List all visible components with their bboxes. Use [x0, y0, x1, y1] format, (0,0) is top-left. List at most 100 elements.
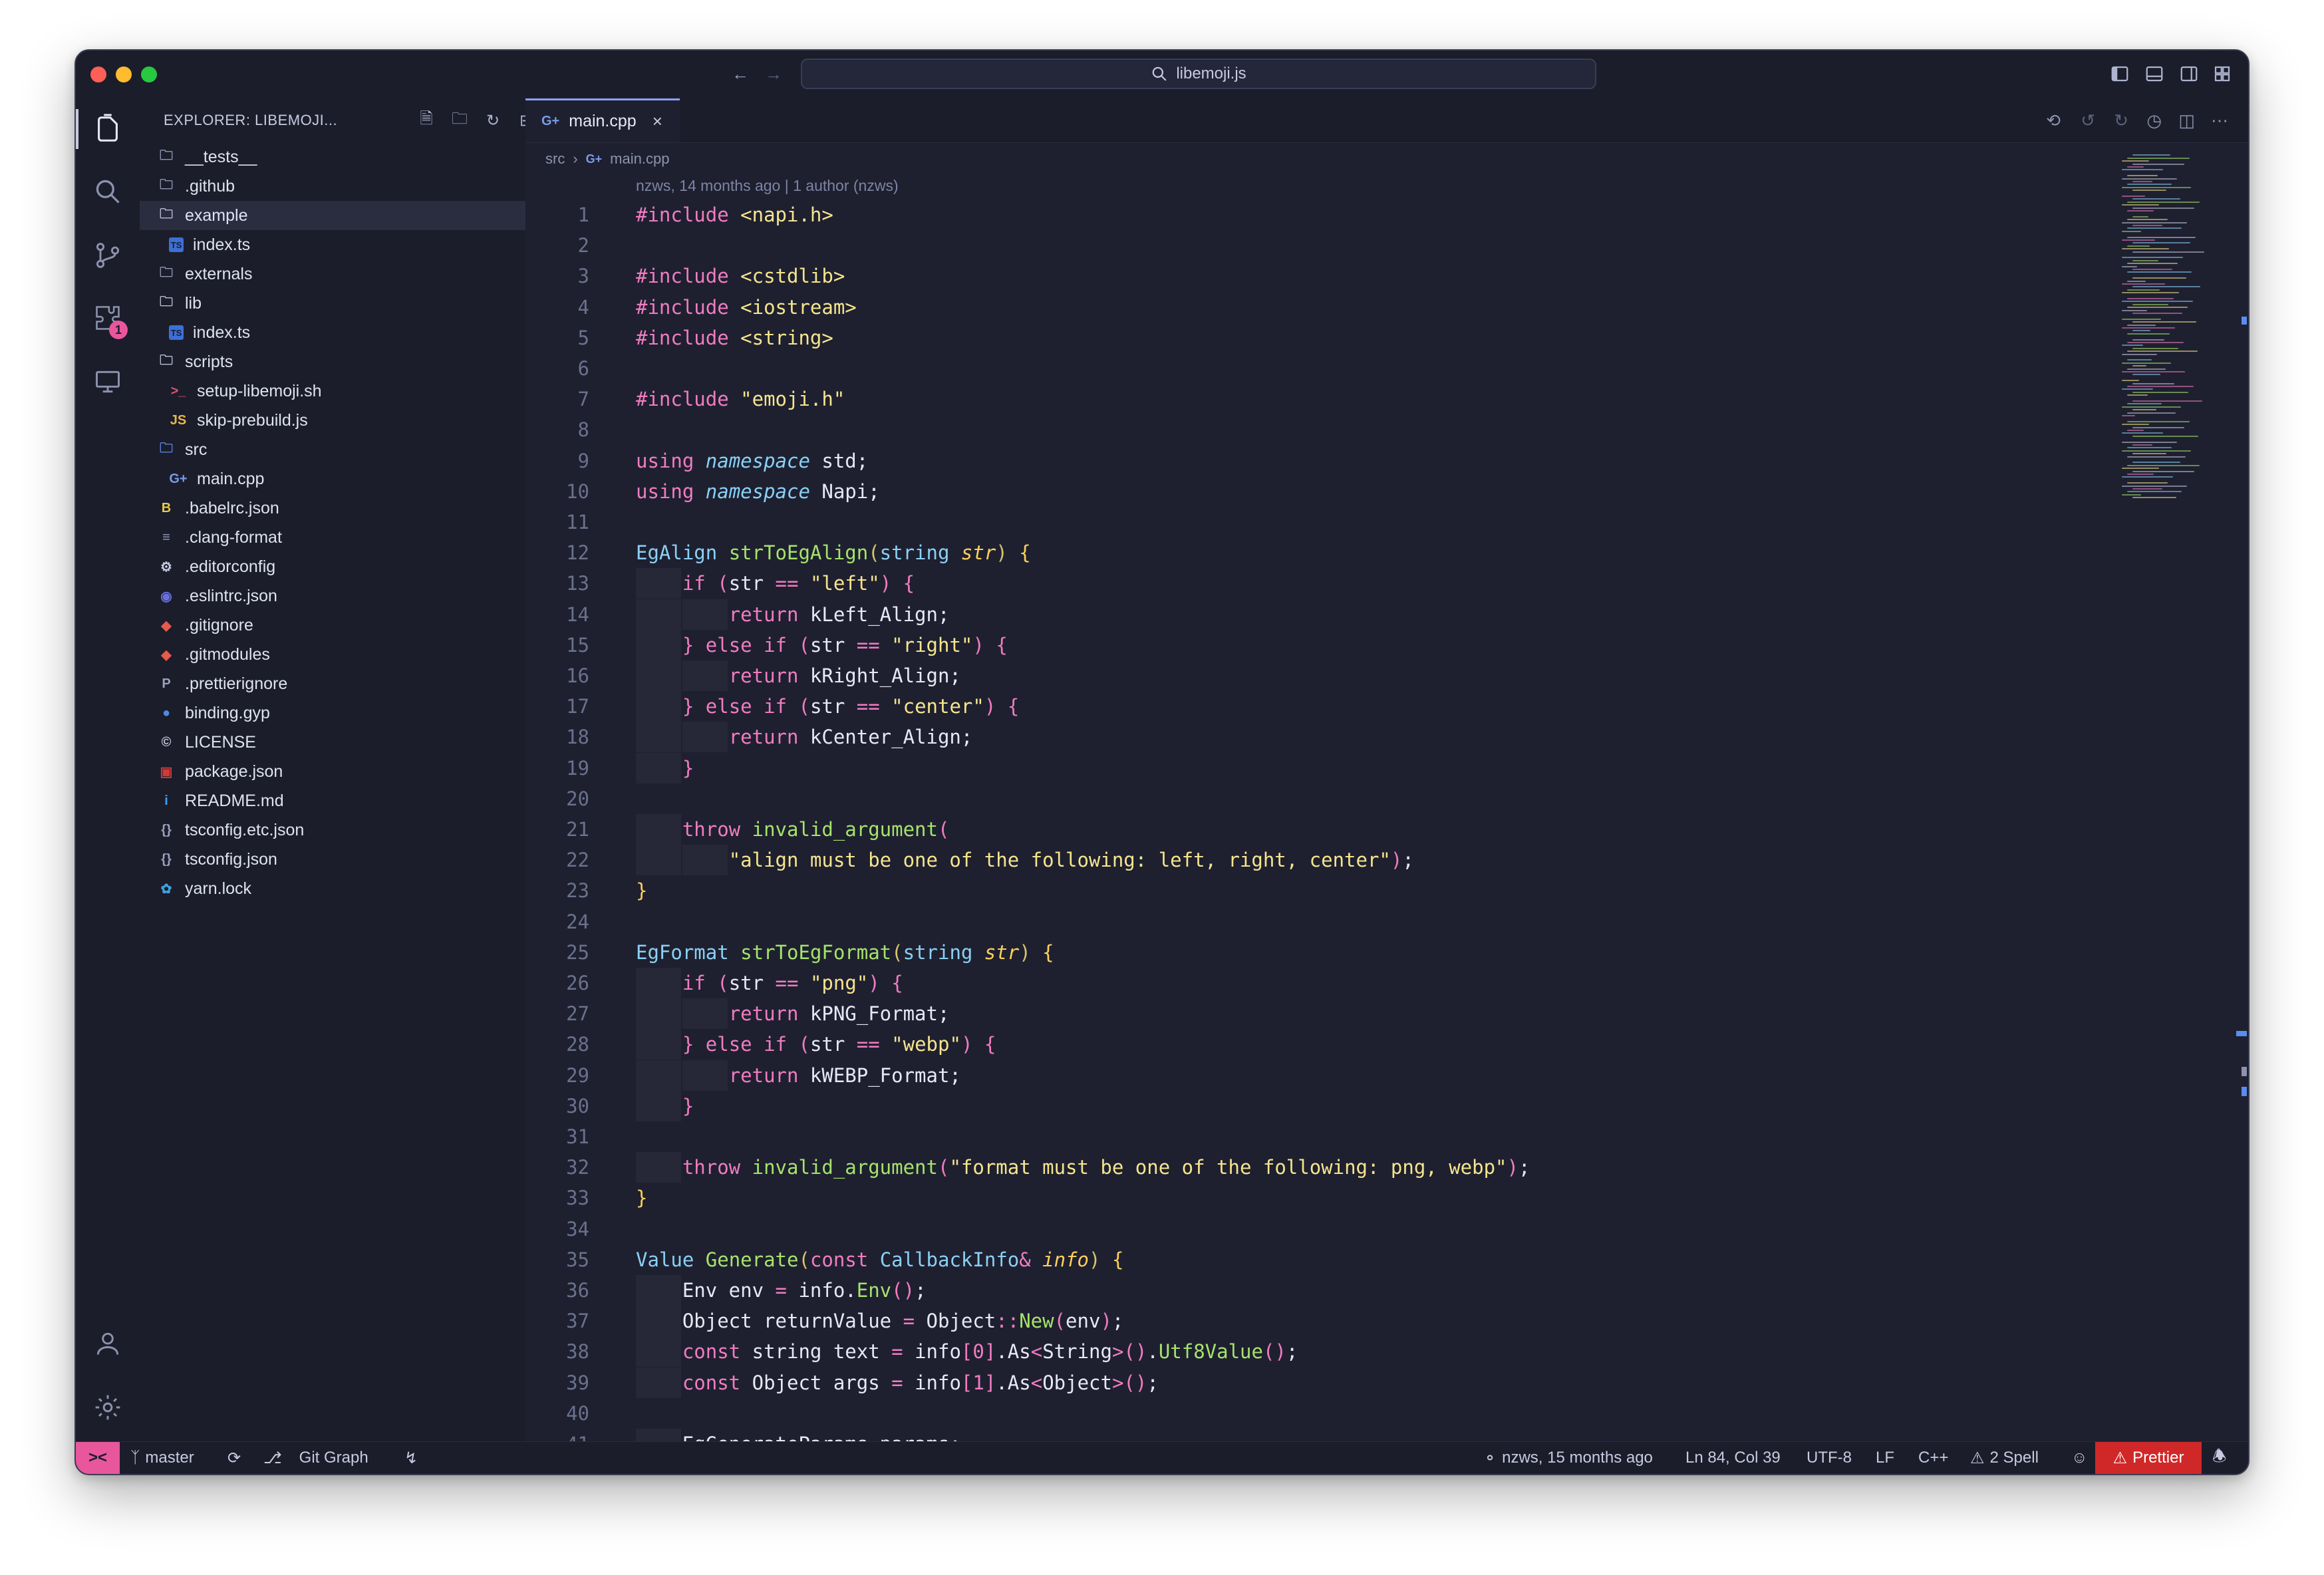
tree-item-label: .clang-format — [185, 527, 282, 547]
tree-item[interactable]: ▣ package.json — [140, 757, 525, 786]
extensions-icon[interactable]: 1 — [92, 302, 128, 339]
breadcrumb-file[interactable]: main.cpp — [610, 150, 669, 168]
tree-item[interactable]: ● binding.gyp — [140, 698, 525, 728]
minimap-line — [2122, 380, 2139, 382]
minimap-line — [2127, 307, 2188, 309]
tree-item-label: tsconfig.etc.json — [185, 820, 305, 839]
tree-item[interactable]: i README.md — [140, 786, 525, 815]
scrollbar-marker — [2236, 1031, 2247, 1036]
previous-change-icon[interactable]: ↺ — [2081, 110, 2095, 131]
shell-script-icon: >_ — [170, 383, 186, 398]
tree-item[interactable]: JS skip-prebuild.js — [140, 406, 525, 435]
spell-indicator[interactable]: ⚠ 2 Spell — [1970, 1442, 2039, 1474]
manage-gear-icon[interactable] — [92, 1391, 124, 1423]
blame-toggle-icon[interactable]: ◷ — [2146, 110, 2162, 131]
code-line: 2 — [525, 230, 2248, 261]
accounts-icon[interactable] — [92, 1328, 124, 1360]
remote-indicator[interactable]: >< — [76, 1442, 120, 1474]
line-number: 16 — [566, 664, 589, 687]
new-file-icon[interactable]: 🗎 — [416, 110, 436, 130]
codelens-blame[interactable]: nzws, 14 months ago | 1 author (nzws) — [636, 177, 899, 195]
close-tab-icon[interactable]: × — [653, 111, 662, 132]
tree-item[interactable]: 🗀 .github — [140, 172, 525, 201]
tree-item[interactable]: 🗀 externals — [140, 259, 525, 289]
explorer-icon[interactable] — [92, 113, 124, 145]
maximize-window-button[interactable] — [141, 67, 157, 82]
breadcrumb-folder[interactable]: src — [545, 150, 565, 168]
code-line: 17 } else if (str == "center") { — [525, 691, 2248, 722]
prettier-indicator[interactable]: ⚠ Prettier — [2095, 1442, 2202, 1474]
code-editor[interactable]: 1 #include <napi.h> 2 3 #include <cstdlib> 4 #… — [525, 200, 2248, 1459]
tree-item[interactable]: {} tsconfig.json — [140, 845, 525, 874]
notifications-button[interactable]: 🕭 — [2212, 1442, 2226, 1474]
lightning-button[interactable]: ↯ — [404, 1442, 418, 1474]
source-control-icon[interactable] — [92, 239, 124, 271]
branch-indicator[interactable]: ᛉ master — [130, 1442, 194, 1474]
tree-item-label: tsconfig.json — [185, 849, 277, 869]
forward-arrow-icon[interactable]: → — [765, 65, 782, 82]
git-icon: ◆ — [161, 647, 172, 662]
tree-item[interactable]: 🗀 scripts — [140, 347, 525, 376]
refresh-icon[interactable]: ↻ — [483, 110, 503, 130]
tree-item[interactable]: ◉ .eslintrc.json — [140, 581, 525, 611]
tree-item[interactable]: ◆ .gitignore — [140, 611, 525, 640]
code-line: 39 const Object args = info[1].As<Object… — [525, 1367, 2248, 1398]
minimap-line — [2127, 351, 2198, 353]
toggle-panel-icon[interactable] — [2144, 64, 2164, 84]
close-window-button[interactable] — [90, 67, 106, 82]
back-arrow-icon[interactable]: ← — [732, 65, 749, 82]
language-indicator[interactable]: C++ — [1918, 1442, 1948, 1474]
minimap-line — [2127, 245, 2150, 247]
open-changes-icon[interactable]: ⟲ — [2046, 110, 2061, 131]
git-graph-button[interactable]: ⎇ Git Graph — [263, 1442, 368, 1474]
tree-item[interactable]: 🗀 example — [140, 201, 525, 230]
search-icon[interactable] — [92, 176, 124, 208]
tree-item[interactable]: 🗀 lib — [140, 289, 525, 318]
split-editor-icon[interactable]: ◫ — [2178, 110, 2195, 131]
tree-item[interactable]: 🗀 __tests__ — [140, 142, 525, 172]
tab-main-cpp[interactable]: G+ main.cpp × — [525, 98, 680, 142]
tree-item[interactable]: TS index.ts — [140, 318, 525, 347]
tree-item-label: main.cpp — [197, 469, 265, 488]
cursor-position[interactable]: Ln 84, Col 39 — [1685, 1442, 1781, 1474]
editor-more-actions-icon[interactable]: ⋯ — [2211, 110, 2228, 131]
toggle-primary-sidebar-icon[interactable] — [2110, 64, 2130, 84]
minimap-line — [2122, 494, 2141, 496]
eol-indicator[interactable]: LF — [1876, 1442, 1894, 1474]
next-change-icon[interactable]: ↻ — [2114, 110, 2128, 131]
minimap-line — [2122, 415, 2135, 416]
minimap[interactable] — [2122, 152, 2222, 511]
tree-item[interactable]: ≡ .clang-format — [140, 523, 525, 552]
file-tree: 🗀 __tests__ 🗀 .github 🗀 example TS index.ts 🗀 ext… — [140, 142, 525, 903]
blame-status[interactable]: ⚬ nzws, 15 months ago — [1483, 1442, 1653, 1474]
customize-layout-icon[interactable] — [2212, 64, 2232, 84]
encoding-indicator[interactable]: UTF-8 — [1807, 1442, 1852, 1474]
tree-item[interactable]: ◆ .gitmodules — [140, 640, 525, 669]
tree-item[interactable]: P .prettierignore — [140, 669, 525, 698]
minimap-line — [2132, 181, 2152, 182]
sync-button[interactable]: ⟳ — [227, 1442, 241, 1474]
tree-item[interactable]: ✿ yarn.lock — [140, 874, 525, 903]
minimap-line — [2132, 269, 2172, 270]
code-text: using namespace Napi; — [636, 480, 880, 503]
tree-item[interactable]: >_ setup-libemoji.sh — [140, 376, 525, 406]
tree-item[interactable]: © LICENSE — [140, 728, 525, 757]
folder-icon: 🗀 — [160, 265, 173, 280]
tree-item[interactable]: TS index.ts — [140, 230, 525, 259]
tree-item[interactable]: B .babelrc.json — [140, 494, 525, 523]
copilot-indicator[interactable]: ☺ — [2071, 1442, 2088, 1474]
tree-item[interactable]: G+ main.cpp — [140, 464, 525, 494]
new-folder-icon[interactable]: 🗀 — [450, 110, 470, 130]
toggle-secondary-sidebar-icon[interactable] — [2179, 64, 2199, 84]
gear-icon: ⚙ — [160, 559, 172, 575]
tree-item[interactable]: ⚙ .editorconfig — [140, 552, 525, 581]
tree-item[interactable]: {} tsconfig.etc.json — [140, 815, 525, 845]
minimap-line — [2122, 186, 2191, 188]
code-text: #include <iostream> — [636, 296, 857, 319]
remote-explorer-icon[interactable] — [92, 366, 124, 398]
command-center-search[interactable]: libemoji.js — [801, 59, 1596, 89]
minimize-window-button[interactable] — [116, 67, 132, 82]
tree-item[interactable]: 🗀 src — [140, 435, 525, 464]
scrollbar-marker — [2242, 1087, 2247, 1096]
minimap-line — [2132, 347, 2178, 349]
